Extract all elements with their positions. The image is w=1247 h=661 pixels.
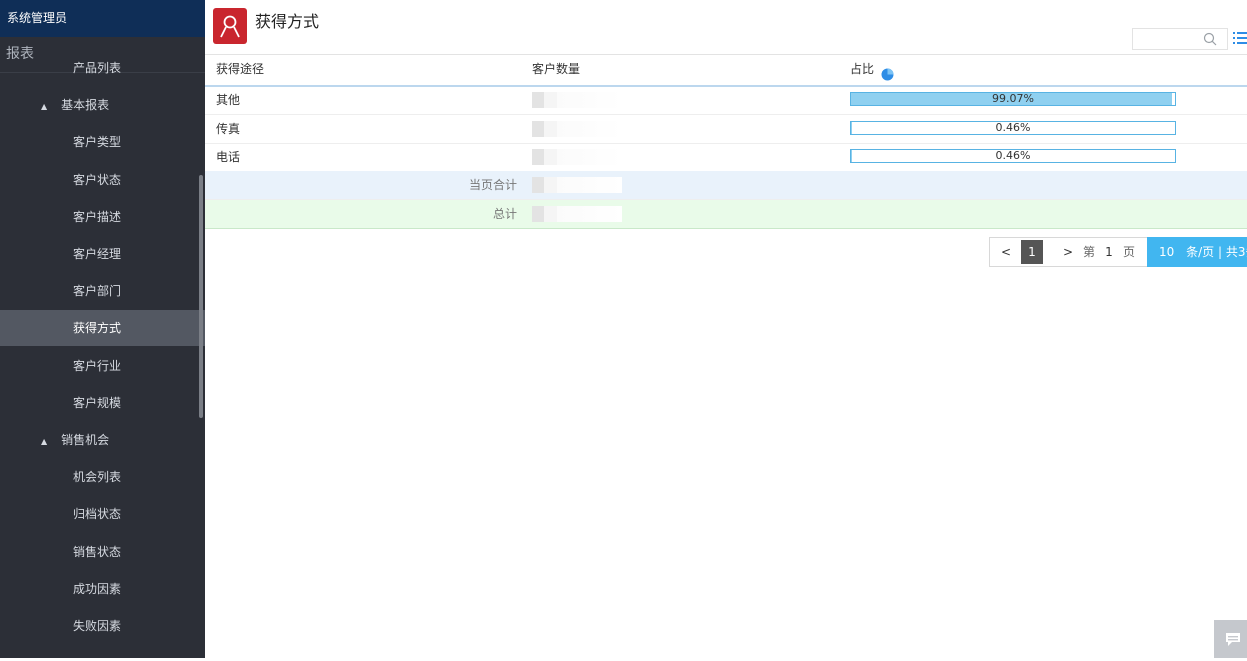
sidebar-item-label: 销售状态 xyxy=(73,544,122,559)
sidebar-header: 系统管理员 xyxy=(0,0,205,37)
sidebar-item[interactable]: 客户规模 xyxy=(0,385,205,421)
pie-chart-icon[interactable] xyxy=(881,63,894,81)
page-total-label: 当页合计 xyxy=(468,178,517,192)
sidebar-item-label: 获得方式 xyxy=(73,321,122,336)
grand-total-label: 总计 xyxy=(492,207,517,221)
sidebar-item[interactable]: 客户部门 xyxy=(0,273,205,309)
page-total-row: 当页合计 xyxy=(205,171,1247,200)
percent-label: 0.46% xyxy=(995,120,1031,134)
table-row: 其他 99.07% xyxy=(205,86,1247,115)
expand-arrow-icon[interactable]: ▲ xyxy=(41,89,47,125)
sidebar-item-label: 失败因素 xyxy=(73,619,122,633)
sidebar-item[interactable]: 成功因素 xyxy=(0,571,205,607)
sidebar-scrollbar[interactable] xyxy=(199,175,203,418)
sidebar: 系统管理员 报表 产品列表 ▲ 基本报表 客户类型 客户状态 客户描述 客户经理 客户部门 获得… xyxy=(0,0,205,658)
page-size-selector[interactable]: 10 条/页 | 共3条 xyxy=(1147,237,1247,267)
redacted-value xyxy=(532,206,622,222)
redacted-value xyxy=(532,177,622,193)
source-cell: 其他 xyxy=(216,93,241,107)
table-header: 获得途径 客户数量 占比 xyxy=(205,55,1247,87)
sidebar-item-label: 客户部门 xyxy=(73,284,122,299)
sidebar-item[interactable]: 客户状态 xyxy=(0,162,205,198)
sidebar-item-label: 机会列表 xyxy=(73,470,122,485)
column-header-percent[interactable]: 占比 xyxy=(850,55,874,83)
list-icon[interactable] xyxy=(1233,30,1247,49)
user-icon xyxy=(213,8,247,44)
percent-label: 99.07% xyxy=(992,92,1034,105)
column-header-source[interactable]: 获得途径 xyxy=(216,55,264,83)
page-title: 获得方式 xyxy=(255,12,320,31)
sidebar-item[interactable]: 客户经理 xyxy=(0,236,205,272)
expand-arrow-icon[interactable]: ▲ xyxy=(41,424,47,460)
redacted-value xyxy=(532,120,622,137)
table-row: 传真 0.46% xyxy=(205,115,1247,144)
source-cell: 电话 xyxy=(216,150,241,164)
grand-total-row: 总计 xyxy=(205,200,1247,229)
sidebar-item-label: 产品列表 xyxy=(73,61,122,75)
title-bar: 获得方式 xyxy=(205,0,1247,55)
page-size-suffix: 条/页 | 共3条 xyxy=(1186,245,1247,259)
column-header-count[interactable]: 客户数量 xyxy=(532,55,580,83)
sidebar-item-label: 客户规模 xyxy=(73,395,122,410)
sidebar-item[interactable]: 客户行业 xyxy=(0,348,205,384)
source-cell: 传真 xyxy=(216,121,241,136)
search-icon[interactable] xyxy=(1203,32,1217,49)
sidebar-item-label: 基本报表 xyxy=(61,98,110,113)
sidebar-item-label: 客户描述 xyxy=(73,209,122,224)
sidebar-item-label: 客户状态 xyxy=(73,172,122,187)
sidebar-item-label: 客户经理 xyxy=(73,247,122,261)
sidebar-item[interactable]: 客户描述 xyxy=(0,199,205,235)
goto-suffix: 页 xyxy=(1122,245,1135,259)
redacted-value xyxy=(532,149,622,165)
sidebar-item[interactable]: 机会列表 xyxy=(0,459,205,495)
percent-bar: 99.07% xyxy=(850,92,1176,106)
sidebar-item-label: 成功因素 xyxy=(73,581,122,596)
sidebar-item-label: 归档状态 xyxy=(73,507,122,522)
prev-page-button[interactable]: < xyxy=(997,237,1015,267)
main-content: 获得方式 获得途径 客户数量 占比 其他 99.07% 传真 0.46% 电话 … xyxy=(205,0,1247,658)
percent-label: 0.46% xyxy=(995,149,1031,162)
goto-page-input[interactable]: 1 xyxy=(1101,237,1117,267)
page-size-value: 10 xyxy=(1159,245,1175,259)
table-row: 电话 0.46% xyxy=(205,143,1247,172)
redacted-value xyxy=(532,92,622,108)
sidebar-item-label: 客户类型 xyxy=(73,135,122,150)
sidebar-item[interactable]: 归档状态 xyxy=(0,496,205,532)
sidebar-item[interactable]: 销售状态 xyxy=(0,534,205,570)
sidebar-item-label: 销售机会 xyxy=(61,433,110,447)
sidebar-item-label: 客户行业 xyxy=(73,358,122,373)
page-number-1[interactable]: 1 xyxy=(1021,240,1043,264)
sidebar-item[interactable]: 产品列表 xyxy=(0,50,205,86)
sidebar-item[interactable]: ▲ 销售机会 xyxy=(0,422,205,458)
percent-bar: 0.46% xyxy=(850,120,1176,135)
chat-icon[interactable] xyxy=(1214,620,1247,658)
sidebar-item[interactable]: 客户类型 xyxy=(0,124,205,160)
sidebar-item[interactable]: 失败因素 xyxy=(0,608,205,644)
sidebar-item[interactable]: ▲ 基本报表 xyxy=(0,87,205,123)
percent-bar: 0.46% xyxy=(850,149,1176,163)
sidebar-item[interactable]: 获得方式 xyxy=(0,310,205,347)
next-page-button[interactable]: > xyxy=(1061,237,1075,267)
goto-prefix: 第 xyxy=(1082,245,1095,259)
